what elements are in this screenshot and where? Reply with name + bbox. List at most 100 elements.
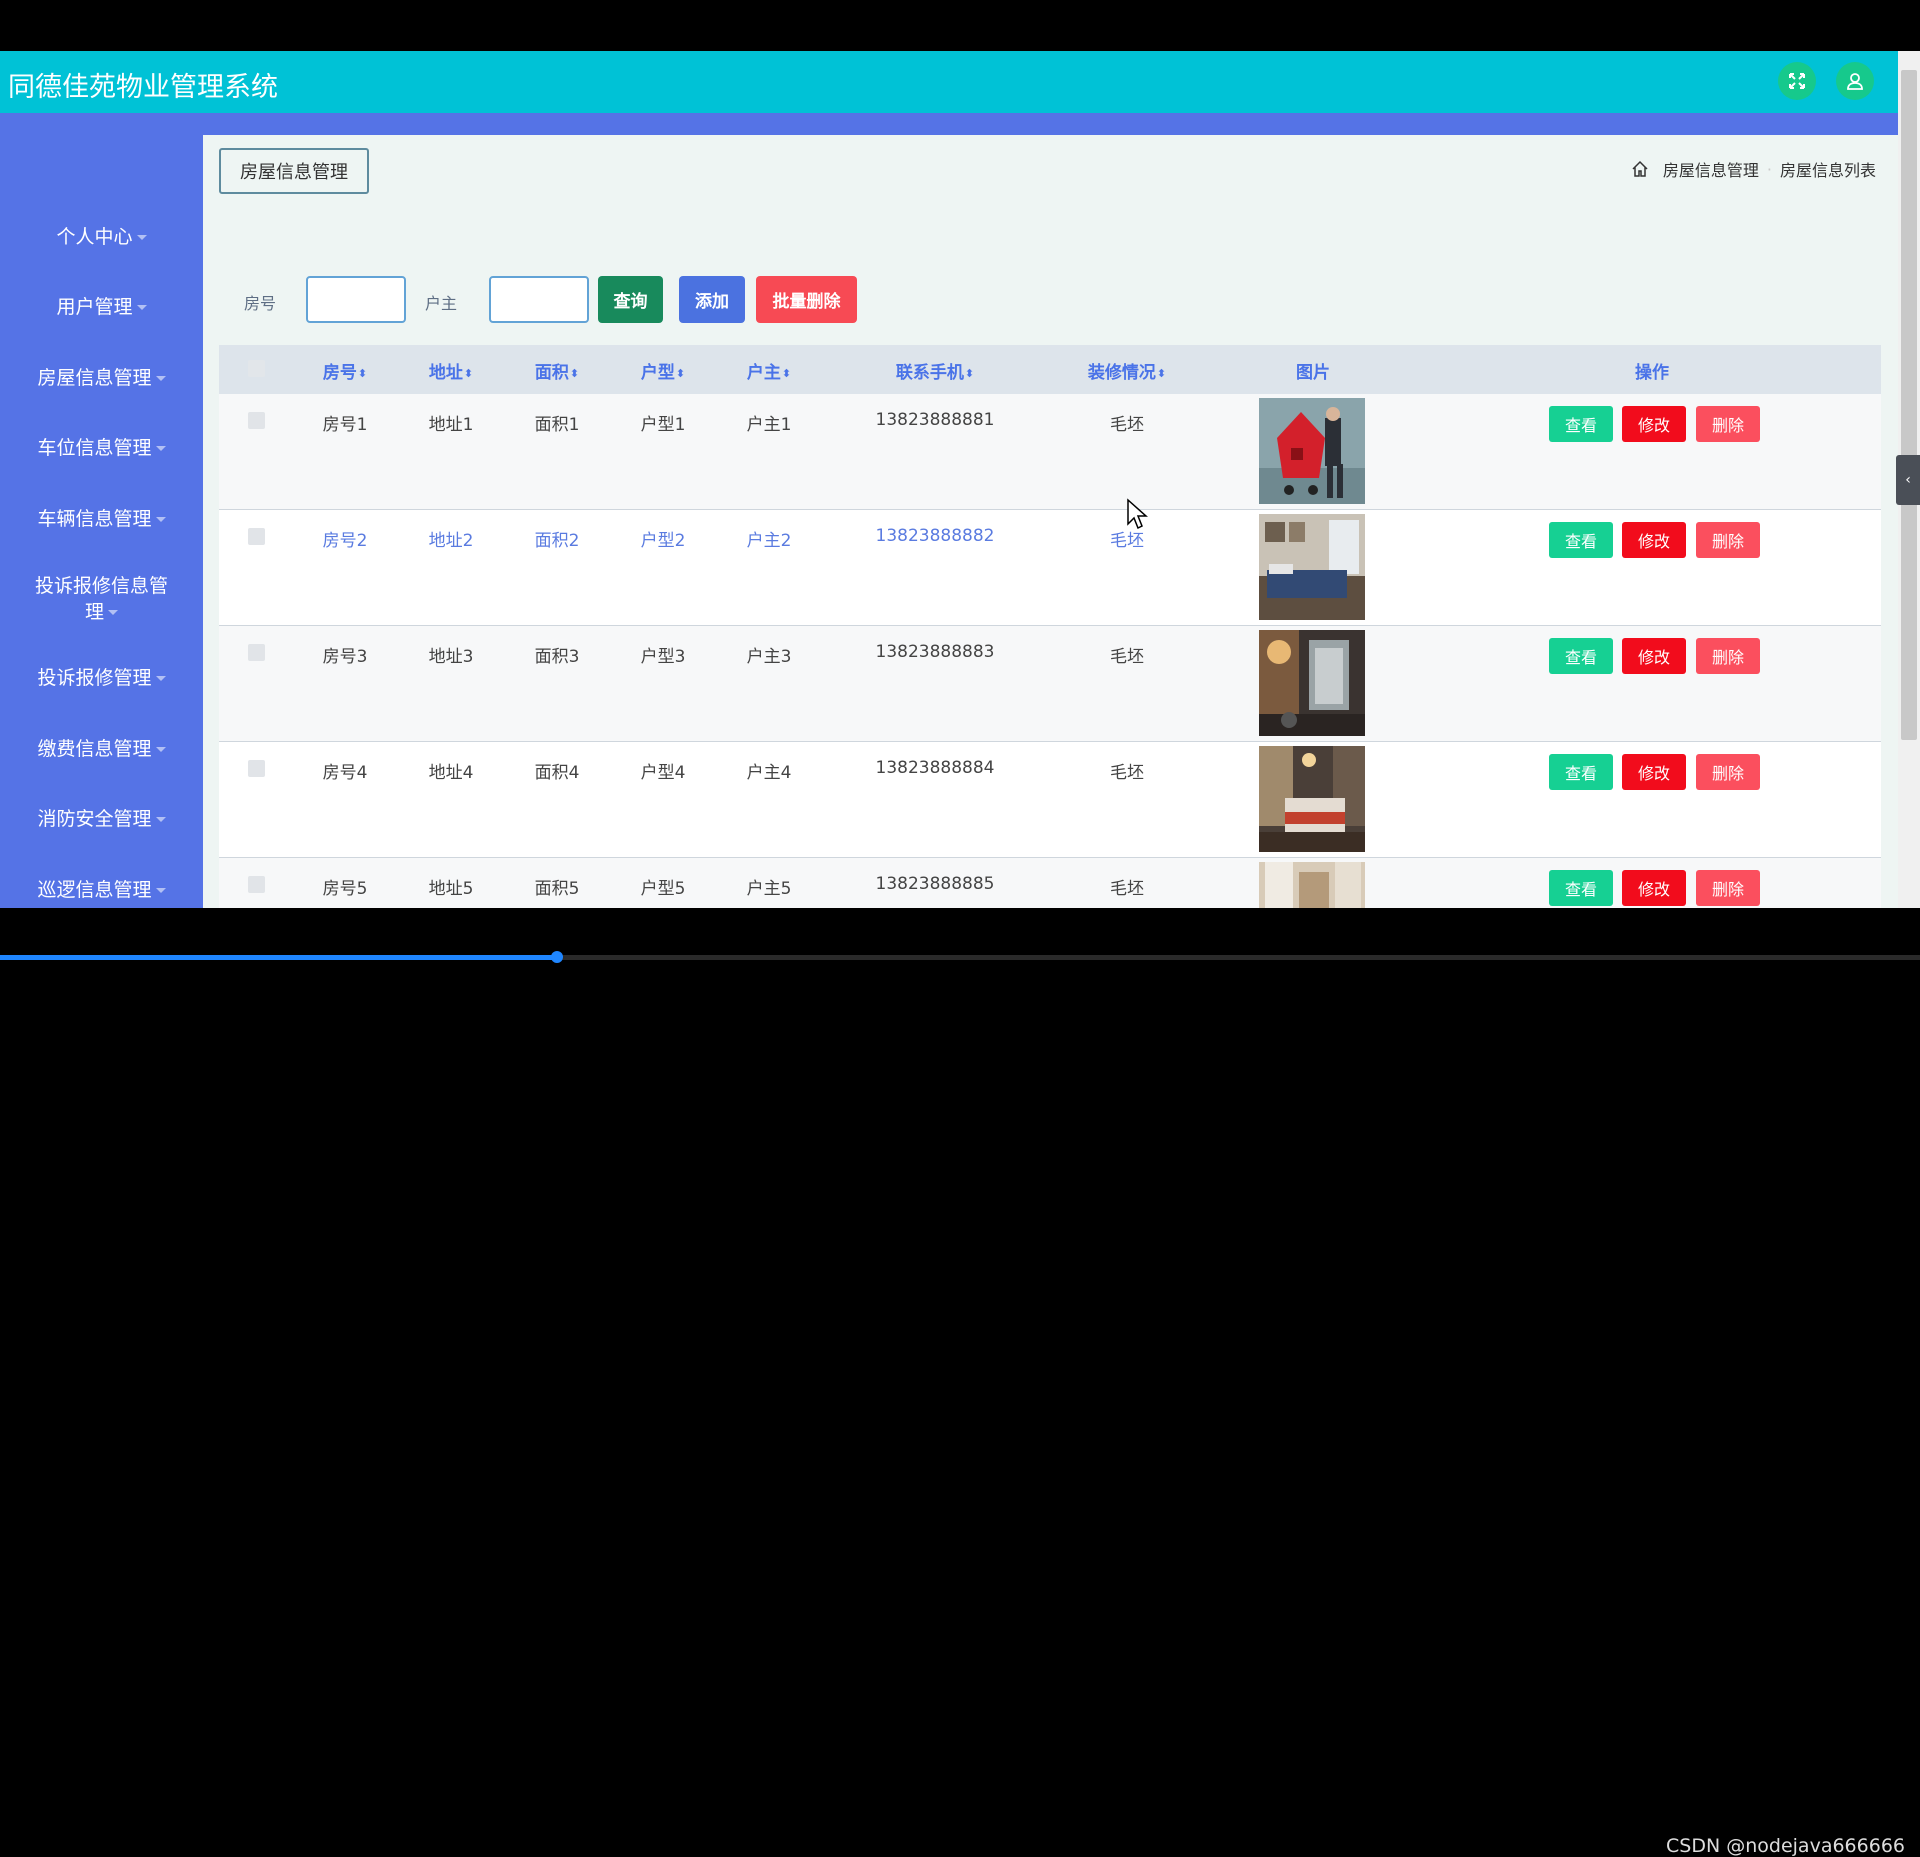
- sidebar-item-label: 车位信息管理: [37, 437, 152, 459]
- cell-owner: 户主4: [746, 763, 792, 783]
- cell-phone: 13823888884: [875, 758, 995, 778]
- caret-down-icon: [155, 446, 166, 451]
- header-label: 房号: [322, 363, 357, 383]
- breadcrumb-item[interactable]: 房屋信息管理: [1663, 157, 1759, 181]
- page-scrollbar-thumb[interactable]: [1901, 70, 1917, 740]
- column-header-phone[interactable]: 联系手机⬍: [896, 358, 974, 383]
- main-content: 房屋信息管理 房屋信息管理 · 房屋信息列表 房号 户主 查询 添加 批量删除 …: [203, 135, 1898, 908]
- delete-button[interactable]: 删除: [1696, 870, 1760, 906]
- video-progress-knob[interactable]: [550, 951, 563, 963]
- batch-delete-button[interactable]: 批量删除: [756, 276, 857, 323]
- user-icon[interactable]: [1836, 62, 1874, 100]
- view-button[interactable]: 查看: [1549, 870, 1613, 906]
- sidebar-item-label: 巡逻信息管理: [37, 879, 152, 901]
- row-checkbox[interactable]: [248, 644, 265, 661]
- sidebar-item-personal-center[interactable]: 个人中心: [0, 224, 203, 250]
- sort-icon: ⬍: [781, 366, 792, 380]
- mouse-cursor-icon: [1127, 498, 1148, 530]
- edit-button[interactable]: 修改: [1622, 522, 1686, 558]
- delete-button[interactable]: 删除: [1696, 406, 1760, 442]
- caret-down-icon: [155, 817, 166, 822]
- view-button[interactable]: 查看: [1549, 638, 1613, 674]
- caret-down-icon: [108, 610, 118, 615]
- table-row: 房号2 地址2 面积2 户型2 户主2 13823888882 毛坯 查看 修改…: [219, 510, 1881, 626]
- view-button[interactable]: 查看: [1549, 406, 1613, 442]
- cell-layout: 户型2: [640, 531, 686, 551]
- edit-button[interactable]: 修改: [1622, 754, 1686, 790]
- sidebar-item-complaint-repair-info[interactable]: 投诉报修信息管理: [0, 573, 203, 625]
- video-progress-bar[interactable]: [0, 951, 1920, 963]
- delete-button[interactable]: 删除: [1696, 522, 1760, 558]
- table-header: 房号⬍ 地址⬍ 面积⬍ 户型⬍ 户主⬍ 联系手机⬍ 装修情况⬍ 图片 操作: [219, 345, 1881, 394]
- cell-phone: 13823888885: [875, 874, 995, 894]
- cell-decoration: 毛坯: [1110, 879, 1144, 899]
- fullscreen-icon[interactable]: [1778, 62, 1816, 100]
- sidebar-item-fire-safety[interactable]: 消防安全管理: [0, 806, 203, 832]
- caret-down-icon: [155, 888, 166, 893]
- column-header-owner[interactable]: 户主⬍: [747, 358, 791, 383]
- sidebar-item-user-management[interactable]: 用户管理: [0, 294, 203, 320]
- delete-button[interactable]: 删除: [1696, 754, 1760, 790]
- edit-button[interactable]: 修改: [1622, 870, 1686, 906]
- column-header-room[interactable]: 房号⬍: [323, 358, 367, 383]
- house-table: 房号⬍ 地址⬍ 面积⬍ 户型⬍ 户主⬍ 联系手机⬍ 装修情况⬍ 图片 操作 房号…: [219, 345, 1881, 908]
- screen-frame: 同德佳苑物业管理系统 个人中心 用户管理 房屋信息管理 车位信息管理 车辆信息管…: [0, 0, 1920, 1857]
- view-button[interactable]: 查看: [1549, 754, 1613, 790]
- cell-layout: 户型1: [640, 415, 686, 435]
- query-button[interactable]: 查询: [598, 276, 663, 323]
- column-header-decoration[interactable]: 装修情况⬍: [1088, 358, 1166, 383]
- add-button[interactable]: 添加: [679, 276, 745, 323]
- cell-area: 面积3: [534, 647, 580, 667]
- house-thumbnail[interactable]: [1259, 746, 1365, 852]
- column-header-address[interactable]: 地址⬍: [429, 358, 473, 383]
- sidebar-item-patrol-info[interactable]: 巡逻信息管理: [0, 877, 203, 903]
- sort-icon: ⬍: [569, 366, 580, 380]
- cell-area: 面积4: [534, 763, 580, 783]
- house-thumbnail[interactable]: [1259, 398, 1365, 504]
- cell-room: 房号3: [322, 647, 368, 667]
- sidebar-item-complaint-repair[interactable]: 投诉报修管理: [0, 665, 203, 691]
- delete-button[interactable]: 删除: [1696, 638, 1760, 674]
- house-thumbnail[interactable]: [1259, 630, 1365, 736]
- sort-icon: ⬍: [357, 366, 368, 380]
- sidebar-item-house-info[interactable]: 房屋信息管理: [0, 365, 203, 391]
- owner-search-input[interactable]: [489, 276, 589, 323]
- column-header-layout[interactable]: 户型⬍: [641, 358, 685, 383]
- caret-down-icon: [136, 235, 147, 240]
- cell-address: 地址3: [428, 647, 474, 667]
- sidebar-item-label: 消防安全管理: [37, 808, 152, 830]
- breadcrumb-separator: ·: [1766, 159, 1772, 179]
- owner-label: 户主: [425, 294, 458, 313]
- sidebar-item-payment-info[interactable]: 缴费信息管理: [0, 736, 203, 762]
- select-all-checkbox[interactable]: [248, 360, 265, 377]
- breadcrumb: 房屋信息管理 · 房屋信息列表: [1631, 157, 1876, 181]
- sidebar-item-label: 车辆信息管理: [37, 508, 152, 530]
- header-label: 地址: [428, 363, 463, 383]
- house-thumbnail[interactable]: [1259, 514, 1365, 620]
- room-label: 房号: [244, 294, 277, 313]
- room-search-input[interactable]: [306, 276, 406, 323]
- home-icon[interactable]: [1631, 160, 1649, 178]
- table-row: 房号1 地址1 面积1 户型1 户主1 13823888881 毛坯 查看 修改…: [219, 394, 1881, 510]
- sidebar-item-vehicle-info[interactable]: 车辆信息管理: [0, 506, 203, 532]
- cell-room: 房号1: [322, 415, 368, 435]
- sidebar-item-parking-info[interactable]: 车位信息管理: [0, 435, 203, 461]
- sidebar-item-label: 房屋信息管理: [37, 367, 152, 389]
- row-checkbox[interactable]: [248, 528, 265, 545]
- cell-decoration: 毛坯: [1110, 415, 1144, 435]
- row-checkbox[interactable]: [248, 412, 265, 429]
- column-header-area[interactable]: 面积⬍: [535, 358, 579, 383]
- edit-button[interactable]: 修改: [1622, 638, 1686, 674]
- collapse-panel-tab[interactable]: ‹: [1896, 455, 1920, 505]
- edit-button[interactable]: 修改: [1622, 406, 1686, 442]
- column-header-image: 图片: [1296, 363, 1330, 383]
- cell-address: 地址5: [428, 879, 474, 899]
- view-button[interactable]: 查看: [1549, 522, 1613, 558]
- row-checkbox[interactable]: [248, 876, 265, 893]
- house-thumbnail[interactable]: [1259, 862, 1365, 908]
- row-checkbox[interactable]: [248, 760, 265, 777]
- chevron-left-icon: ‹: [1905, 472, 1911, 488]
- top-header: 同德佳苑物业管理系统: [0, 51, 1898, 113]
- accent-bar: [0, 113, 1898, 135]
- watermark-text: CSDN @nodejava666666: [1666, 1835, 1905, 1857]
